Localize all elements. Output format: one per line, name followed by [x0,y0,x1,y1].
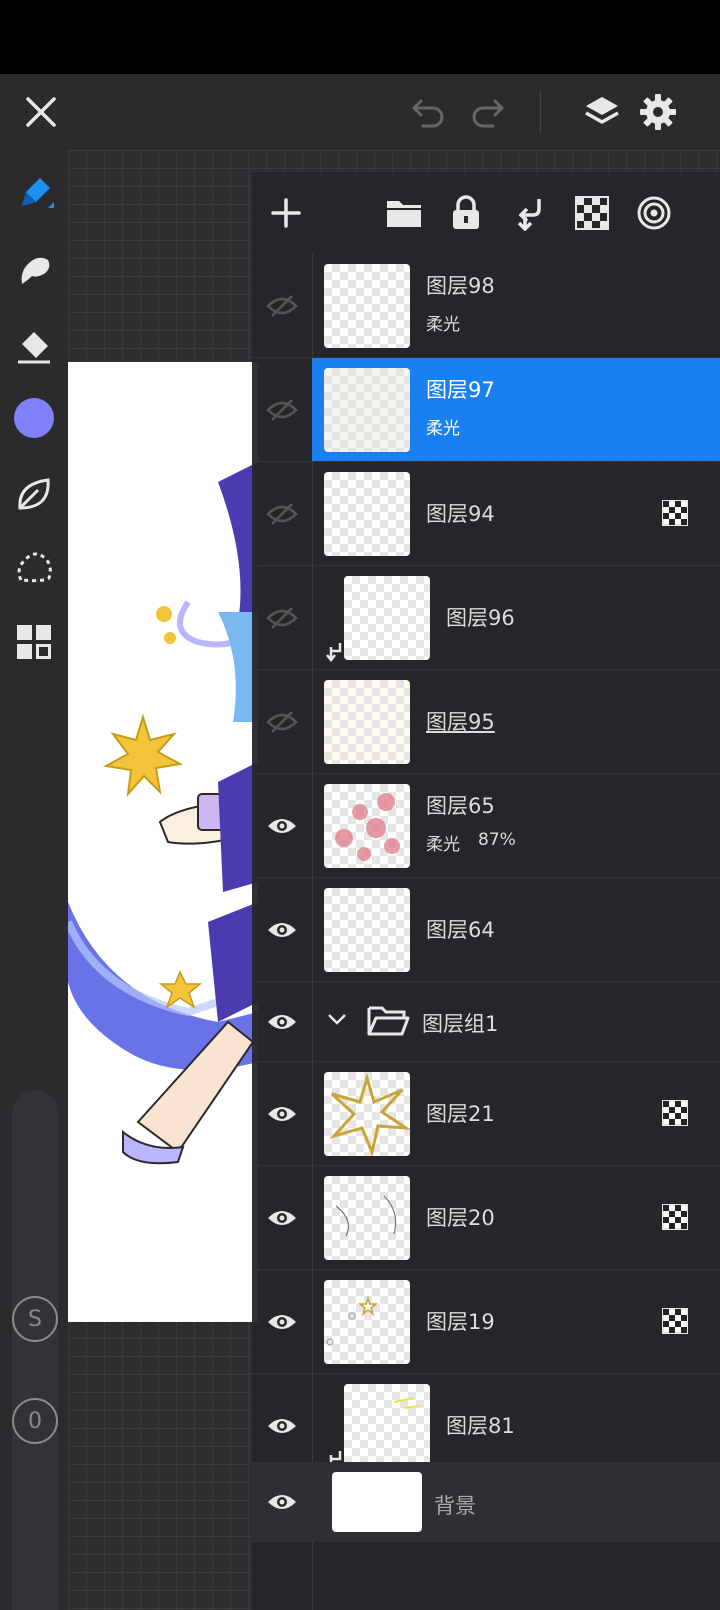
settings-icon[interactable] [634,88,682,136]
pen-icon[interactable] [10,170,58,218]
top-toolbar [0,74,720,150]
layer-name: 图层81 [446,1414,515,1438]
layer-thumbnail [324,368,410,452]
layer-row[interactable]: 图层20 [252,1166,720,1270]
eye-hidden-icon[interactable] [252,566,312,669]
eye-icon[interactable] [252,1062,312,1165]
background-thumbnail [332,1472,422,1532]
opacity-button[interactable]: 0 [12,1398,58,1444]
artwork-illustration [68,462,258,1165]
layer-group-name: 图层组1 [422,1012,499,1036]
eye-icon[interactable] [252,878,312,981]
layer-row-clipped[interactable]: 图层96 [252,566,720,670]
layer-opacity: 87% [478,830,516,850]
status-bar [0,0,720,74]
drawing-canvas[interactable] [68,362,258,1322]
alpha-lock-icon[interactable] [662,500,688,526]
layer-thumbnail [324,784,410,868]
layer-thumbnail [324,680,410,764]
stabilizer-button[interactable]: S [12,1296,58,1342]
leaf-icon[interactable] [10,470,58,518]
stabilizer-label: S [28,1306,42,1332]
layer-name: 图层20 [426,1206,495,1230]
eraser-icon[interactable] [10,322,58,370]
layer-name: 图层97 [426,378,495,402]
chevron-down-icon[interactable] [326,1012,348,1026]
eye-icon[interactable] [252,1270,312,1373]
layer-thumbnail [324,1280,410,1364]
eye-icon[interactable] [252,1166,312,1269]
layer-row[interactable]: 图层21 [252,1062,720,1166]
layer-thumbnail [324,1176,410,1260]
alpha-lock-icon[interactable] [662,1308,688,1334]
folder-open-icon [367,1006,410,1036]
layer-row[interactable]: 图层94 [252,462,720,566]
layer-row[interactable]: 图层65 柔光 87% [252,774,720,878]
layer-name: 图层21 [426,1102,495,1126]
layer-thumbnail [324,264,410,348]
redo-icon[interactable] [464,88,512,136]
clip-arrow-icon [326,643,342,663]
eye-hidden-icon[interactable] [252,462,312,565]
add-icon[interactable] [260,187,312,239]
layer-name: 图层64 [426,918,495,942]
lock-icon[interactable] [440,187,492,239]
layer-row-selected[interactable]: 图层97 柔光 [252,358,720,462]
layer-name: 图层94 [426,502,495,526]
layer-name: 图层95 [426,710,495,734]
brush-size-slider[interactable] [12,1090,58,1610]
layer-row[interactable]: 图层64 [252,878,720,982]
eye-hidden-icon[interactable] [252,358,312,461]
grid-icon[interactable] [10,618,58,666]
undo-icon[interactable] [404,88,452,136]
eye-icon[interactable] [252,1462,312,1542]
eye-icon[interactable] [252,774,312,877]
eye-hidden-icon[interactable] [252,670,312,773]
color-swatch[interactable] [10,394,58,442]
lasso-icon[interactable] [10,544,58,592]
eye-icon[interactable] [252,982,312,1061]
alpha-lock-icon[interactable] [662,1204,688,1230]
background-layer-name: 背景 [434,1494,476,1518]
merge-down-icon[interactable] [504,187,556,239]
layer-name: 图层19 [426,1310,495,1334]
layer-name: 图层65 [426,794,495,818]
layer-blend-mode: 柔光 [426,315,460,335]
layer-thumbnail [324,1072,410,1156]
layer-panel-toolbar [252,172,720,254]
layer-thumbnail [344,576,430,660]
layer-blend-mode: 柔光 [426,419,460,439]
layer-blend-mode: 柔光 [426,835,460,855]
close-icon[interactable] [17,88,65,136]
checker-icon[interactable] [566,187,618,239]
left-toolbar: S 0 [0,150,68,1610]
eye-hidden-icon[interactable] [252,254,312,357]
layer-panel: 图层98 柔光 图层97 柔光 图层94 图层96 图层95 图层65 柔光 8… [252,172,720,1610]
layer-thumbnail [324,472,410,556]
layer-name: 图层98 [426,274,495,298]
folder-icon[interactable] [378,187,430,239]
layer-thumbnail [324,888,410,972]
layer-thumbnail [344,1384,430,1468]
background-layer-row[interactable]: 背景 [252,1462,720,1542]
layer-group-row[interactable]: 图层组1 [252,982,720,1062]
alpha-lock-icon[interactable] [662,1100,688,1126]
layer-name: 图层96 [446,606,515,630]
layers-icon[interactable] [578,88,626,136]
smudge-icon[interactable] [10,246,58,294]
opacity-label: 0 [28,1408,42,1434]
layer-row[interactable]: 图层95 [252,670,720,774]
toolbar-divider [540,90,541,134]
layer-row[interactable]: 图层19 [252,1270,720,1374]
layer-row[interactable]: 图层98 柔光 [252,254,720,358]
blend-icon[interactable] [628,187,680,239]
